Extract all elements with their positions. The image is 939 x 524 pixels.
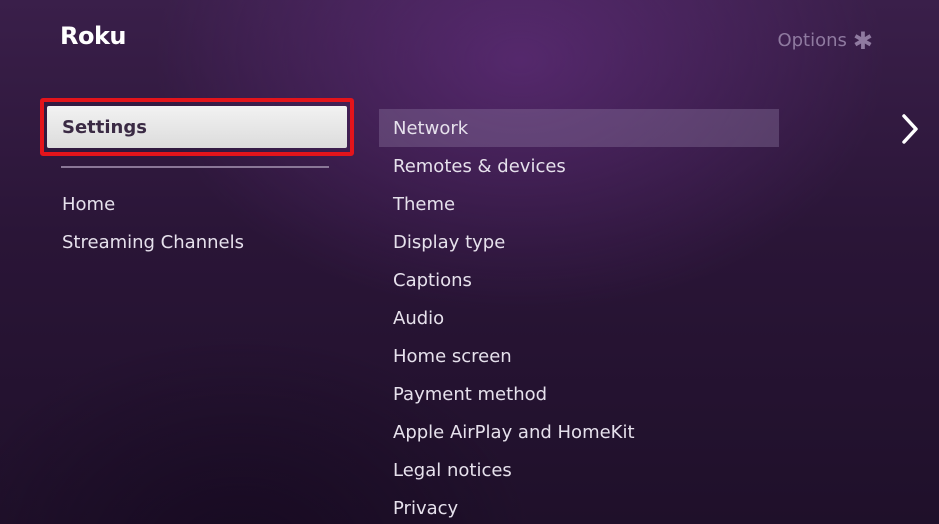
settings-item-airplay-homekit[interactable]: Apple AirPlay and HomeKit <box>379 413 779 451</box>
settings-menu: Network Remotes & devices Theme Display … <box>379 109 779 524</box>
left-menu-item-settings[interactable]: Settings <box>47 106 347 148</box>
settings-item-captions[interactable]: Captions <box>379 261 779 299</box>
settings-item-home-screen[interactable]: Home screen <box>379 337 779 375</box>
options-button[interactable]: Options ✱ <box>777 26 873 55</box>
settings-item-remotes-devices[interactable]: Remotes & devices <box>379 147 779 185</box>
left-menu-item-label: Settings <box>62 116 147 138</box>
settings-item-payment-method[interactable]: Payment method <box>379 375 779 413</box>
divider <box>61 166 329 168</box>
settings-item-legal-notices[interactable]: Legal notices <box>379 451 779 489</box>
settings-item-network[interactable]: Network <box>379 109 779 147</box>
roku-logo: Roku <box>60 22 127 50</box>
settings-item-audio[interactable]: Audio <box>379 299 779 337</box>
settings-item-privacy[interactable]: Privacy <box>379 489 779 524</box>
options-label: Options <box>777 30 847 51</box>
left-menu-item-home[interactable]: Home <box>62 194 115 215</box>
settings-item-theme[interactable]: Theme <box>379 185 779 223</box>
chevron-right-icon[interactable] <box>898 112 922 146</box>
settings-item-display-type[interactable]: Display type <box>379 223 779 261</box>
left-menu-item-streaming-channels[interactable]: Streaming Channels <box>62 232 244 253</box>
asterisk-icon: ✱ <box>852 26 873 55</box>
